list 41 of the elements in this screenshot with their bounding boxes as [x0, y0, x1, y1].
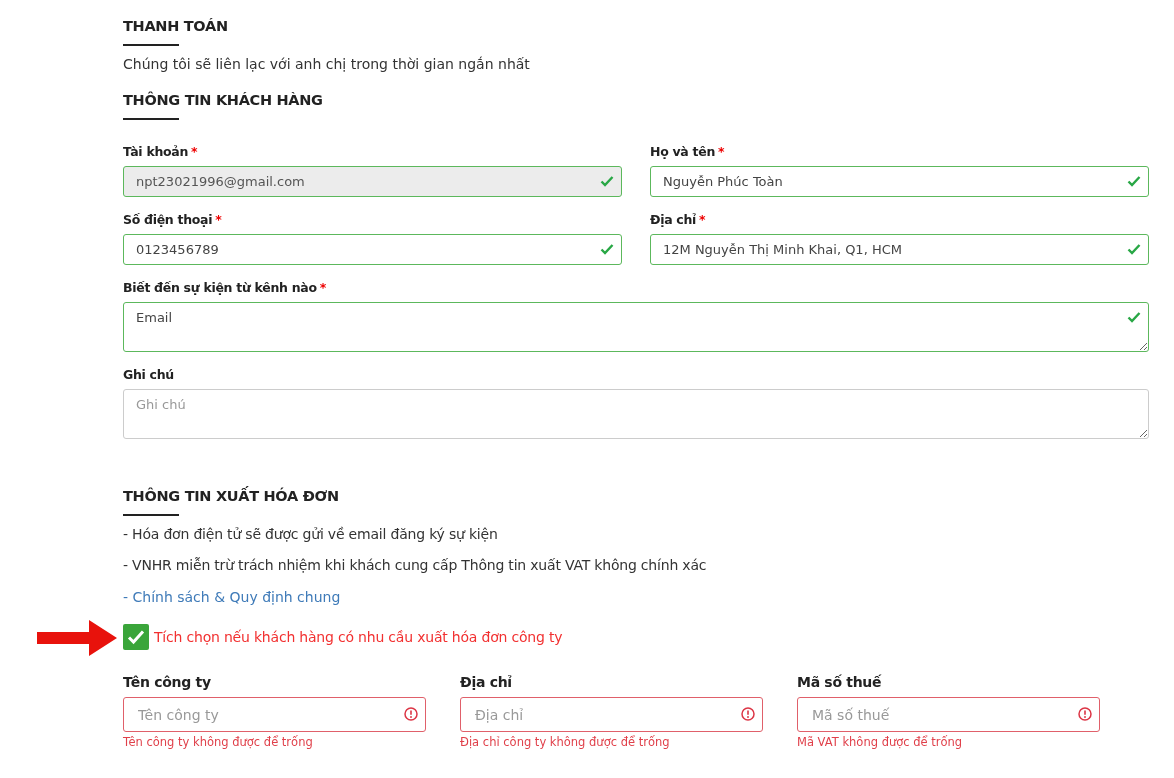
checkmark-icon	[1127, 243, 1141, 255]
heading-underline	[123, 514, 179, 516]
input-field[interactable]: Nguyễn Phúc Toàn	[650, 166, 1149, 197]
field-label: Địa chỉ	[460, 674, 513, 690]
input-field[interactable]: Địa chỉ	[460, 697, 763, 732]
error-message: Mã VAT không được để trống	[797, 735, 964, 749]
field-label: Tài khoản *	[123, 144, 199, 159]
checkmark-icon	[1127, 311, 1141, 323]
checkmark-icon	[1127, 175, 1141, 187]
alert-icon	[741, 707, 755, 721]
text-area[interactable]: Email	[123, 302, 1149, 352]
checkmark-icon	[600, 243, 614, 255]
field-label: Biết đến sự kiện từ kênh nào *	[123, 280, 327, 295]
section-heading: THÔNG TIN XUẤT HÓA ĐƠN	[123, 488, 340, 504]
input-field[interactable]: 0123456789	[123, 234, 622, 265]
section-heading: THÔNG TIN KHÁCH HÀNG	[123, 92, 324, 108]
field-label: Mã số thuế	[797, 674, 883, 690]
subtitle-text: Chúng tôi sẽ liên lạc với anh chị trong thời gian ngắn nhất	[123, 56, 531, 72]
field-label: Ghi chú	[123, 367, 175, 382]
error-message: Địa chỉ công ty không được để trống	[460, 735, 671, 749]
field-label: Địa chỉ *	[650, 212, 707, 227]
policy-link[interactable]: - Chính sách & Quy định chung	[123, 589, 341, 605]
info-text: - Hóa đơn điện tử sẽ được gửi về email đăng ký sự kiện	[123, 526, 499, 542]
checkbox[interactable]	[123, 624, 149, 650]
input-field[interactable]: 12M Nguyễn Thị Minh Khai, Q1, HCM	[650, 234, 1149, 265]
heading-underline	[123, 118, 179, 120]
field-label: Họ và tên *	[650, 144, 726, 159]
input-field[interactable]: Tên công ty	[123, 697, 426, 732]
alert-icon	[404, 707, 418, 721]
field-label: Số điện thoại *	[123, 212, 223, 227]
arrow-icon	[37, 620, 117, 656]
checkmark-icon	[600, 175, 614, 187]
section-heading: THANH TOÁN	[123, 18, 229, 34]
error-message: Tên công ty không được để trống	[123, 735, 314, 749]
field-label: Tên công ty	[123, 674, 212, 690]
heading-underline	[123, 44, 179, 46]
alert-icon	[1078, 707, 1092, 721]
text-area[interactable]: Ghi chú	[123, 389, 1149, 439]
info-text: - VNHR miễn trừ trách nhiệm khi khách cung cấp Thông tin xuất VAT không chính xác	[123, 557, 708, 573]
input-field[interactable]: Mã số thuế	[797, 697, 1100, 732]
checkbox-label: Tích chọn nếu khách hàng có nhu cầu xuất hóa đơn công ty	[154, 629, 563, 645]
